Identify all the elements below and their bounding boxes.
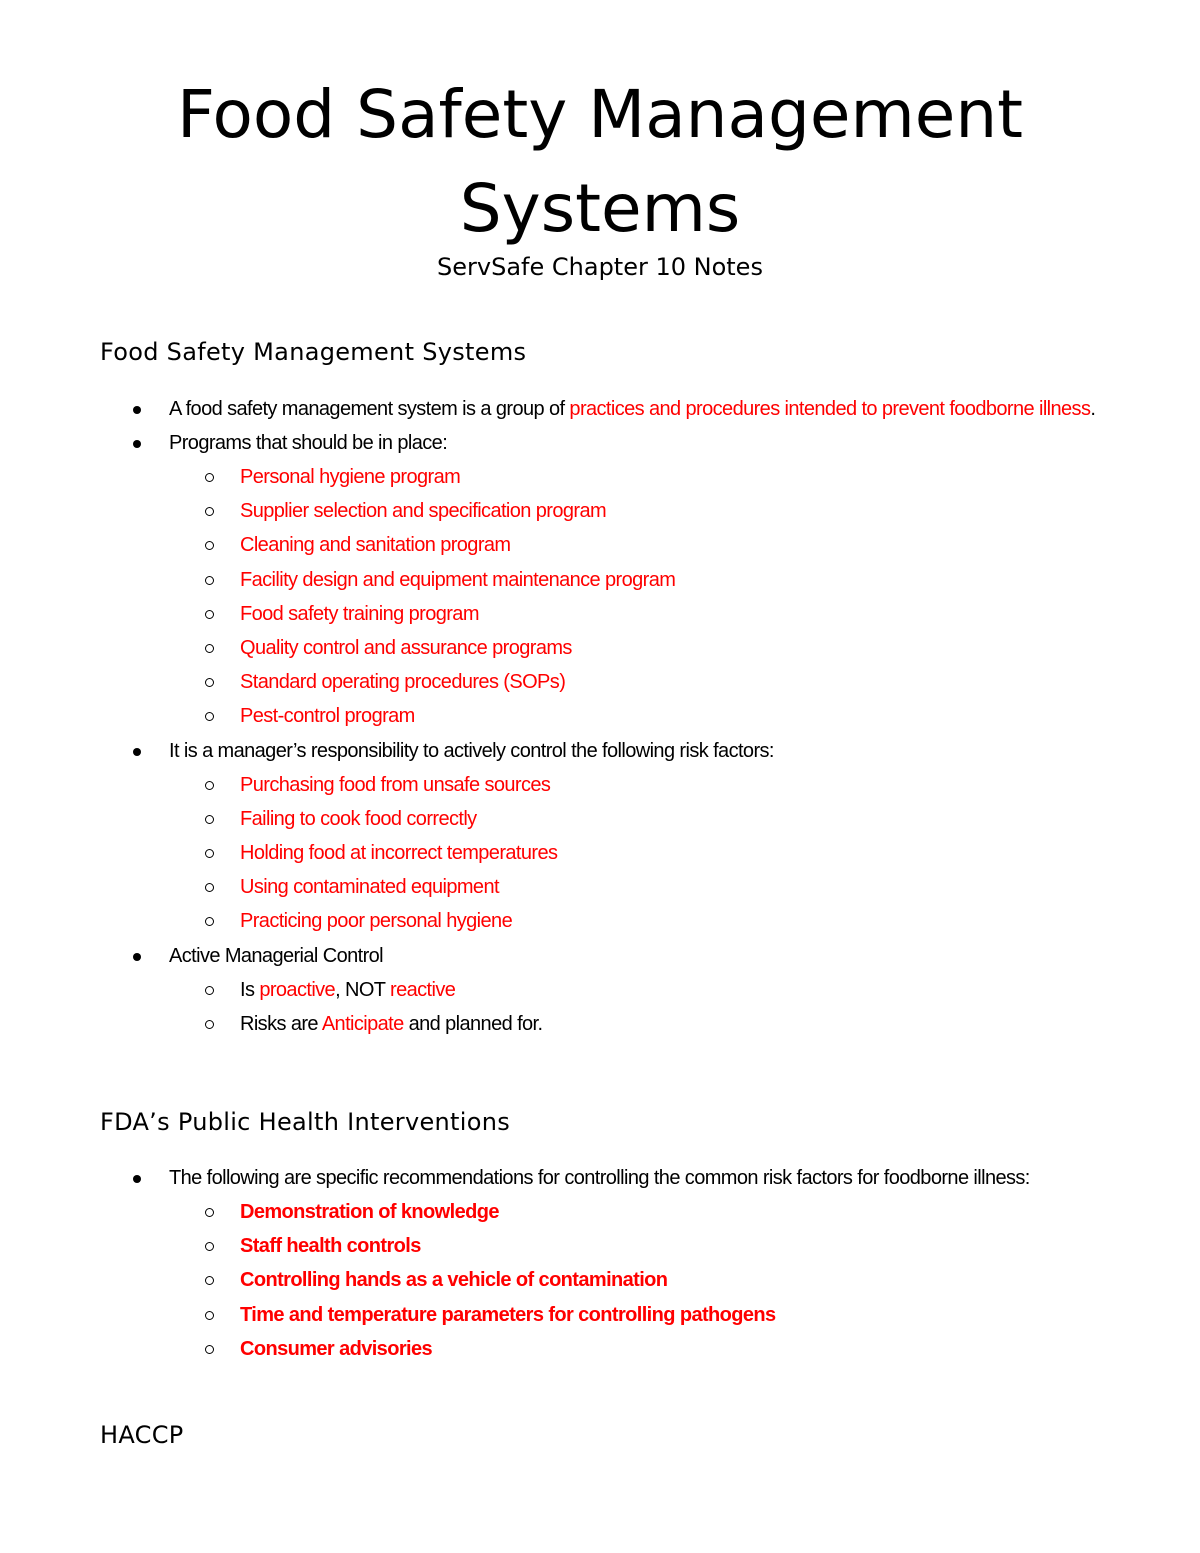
circle-bullet-icon bbox=[205, 644, 214, 654]
list-item: Standard operating procedures (SOPs) bbox=[0, 665, 1200, 699]
list-item: Risks are Anticipate and planned for. bbox=[0, 1007, 1200, 1041]
circle-bullet-icon bbox=[205, 473, 214, 482]
list-item: Demonstration of knowledge bbox=[0, 1195, 1200, 1229]
list-item: Facility design and equipment maintenanc… bbox=[0, 563, 1200, 597]
circle-bullet-icon bbox=[205, 1208, 214, 1217]
amc-sublist: Is proactive, NOT reactive Risks are Ant… bbox=[0, 973, 1200, 1041]
circle-bullet-icon bbox=[205, 507, 214, 517]
highlight-text: practices and procedures intended to pre… bbox=[569, 398, 1091, 420]
circle-bullet-icon bbox=[205, 780, 214, 790]
circle-bullet-icon bbox=[205, 712, 214, 722]
list-item: Quality control and assurance programs bbox=[0, 631, 1200, 665]
circle-bullet-icon bbox=[205, 1344, 214, 1354]
list-item: The following are specific recommendatio… bbox=[0, 1161, 1200, 1195]
list-item: Active Managerial Control bbox=[0, 939, 1200, 973]
list-item: Cleaning and sanitation program bbox=[0, 528, 1200, 562]
section-heading-haccp: HACCP bbox=[100, 1421, 184, 1449]
circle-bullet-icon bbox=[205, 575, 214, 585]
list-item: Personal hygiene program bbox=[0, 460, 1200, 494]
fsms-bullet-list: A food safety management system is a gro… bbox=[0, 392, 1200, 460]
bullet-suffix: . bbox=[1090, 398, 1096, 420]
bullet-text: It is a manager’s responsibility to acti… bbox=[169, 739, 774, 762]
circle-bullet-icon bbox=[205, 849, 214, 859]
circle-bullet-icon bbox=[205, 541, 214, 551]
circle-bullet-icon bbox=[205, 1276, 214, 1286]
bullet-icon bbox=[133, 1175, 141, 1183]
bullet-icon bbox=[133, 952, 141, 961]
list-item: Using contaminated equipment bbox=[0, 870, 1200, 904]
circle-bullet-icon bbox=[205, 1310, 214, 1320]
list-item: Holding food at incorrect temperatures bbox=[0, 836, 1200, 870]
list-item: Programs that should be in place: bbox=[0, 426, 1200, 460]
bullet-icon bbox=[133, 747, 141, 756]
document-title-line-2: Systems bbox=[459, 170, 741, 247]
bullet-text: The following are specific recommendatio… bbox=[169, 1167, 1030, 1189]
circle-bullet-icon bbox=[205, 609, 214, 619]
list-item: Practicing poor personal hygiene bbox=[0, 904, 1200, 938]
circle-bullet-icon bbox=[205, 883, 214, 893]
bullet-icon bbox=[133, 406, 141, 414]
list-item: Pest-control program bbox=[0, 699, 1200, 733]
circle-bullet-icon bbox=[205, 814, 214, 824]
interventions-sublist: Demonstration of knowledge Staff health … bbox=[0, 1195, 1200, 1366]
circle-bullet-icon bbox=[205, 917, 214, 927]
list-item: Food safety training program bbox=[0, 597, 1200, 631]
list-item: Is proactive, NOT reactive bbox=[0, 973, 1200, 1007]
list-item: Time and temperature parameters for cont… bbox=[0, 1298, 1200, 1332]
bullet-icon bbox=[133, 440, 141, 448]
list-item: Staff health controls bbox=[0, 1229, 1200, 1263]
section-heading-fsms: Food Safety Management Systems bbox=[100, 338, 527, 366]
list-item: A food safety management system is a gro… bbox=[0, 392, 1200, 426]
circle-bullet-icon bbox=[205, 985, 214, 995]
list-item: Controlling hands as a vehicle of contam… bbox=[0, 1263, 1200, 1297]
programs-sublist: Personal hygiene program Supplier select… bbox=[0, 460, 1200, 734]
list-item: It is a manager’s responsibility to acti… bbox=[0, 734, 1200, 768]
circle-bullet-icon bbox=[205, 1019, 214, 1029]
risk-factors-sublist: Purchasing food from unsafe sources Fail… bbox=[0, 768, 1200, 939]
section-fda-body: The following are specific recommendatio… bbox=[0, 1161, 1200, 1366]
bullet-text: Programs that should be in place: bbox=[169, 432, 448, 454]
circle-bullet-icon bbox=[205, 678, 214, 688]
circle-bullet-icon bbox=[205, 1242, 214, 1252]
bullet-prefix: A food safety management system is a gro… bbox=[169, 398, 570, 420]
section-fsms-body: A food safety management system is a gro… bbox=[0, 392, 1200, 1041]
list-item: Failing to cook food correctly bbox=[0, 802, 1200, 836]
document-title-line-1: Food Safety Management bbox=[176, 76, 1024, 153]
bullet-text: Active Managerial Control bbox=[169, 944, 384, 967]
list-item: Purchasing food from unsafe sources bbox=[0, 768, 1200, 802]
list-item: Consumer advisories bbox=[0, 1332, 1200, 1366]
section-heading-fda: FDA’s Public Health Interventions bbox=[100, 1108, 511, 1136]
document-subtitle: ServSafe Chapter 10 Notes bbox=[437, 253, 763, 281]
list-item: Supplier selection and specification pro… bbox=[0, 494, 1200, 528]
